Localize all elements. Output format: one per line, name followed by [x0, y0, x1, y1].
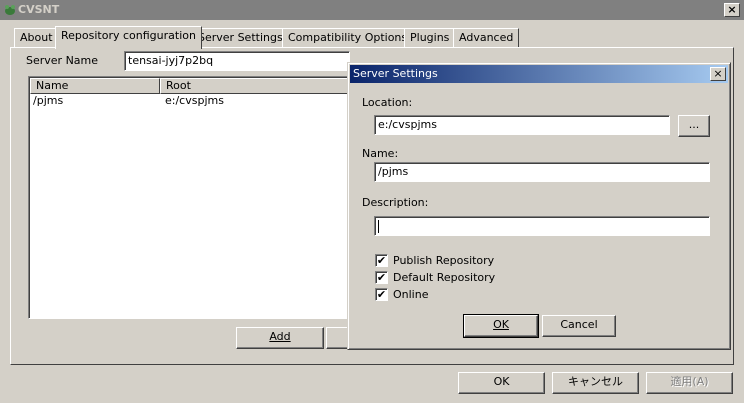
tab-about-label: About	[20, 31, 53, 44]
server-name-field[interactable]: tensai-jyj7p2bq	[124, 51, 350, 71]
add-button[interactable]: Add	[236, 327, 324, 349]
name-label: Name:	[362, 147, 399, 160]
tab-about[interactable]: About	[14, 28, 59, 48]
online-label[interactable]: Online	[393, 288, 428, 301]
publish-repository-checkbox[interactable]: ✔	[375, 254, 388, 267]
window-close-button[interactable]: ×	[724, 3, 740, 17]
cvsnt-app-icon	[5, 5, 15, 15]
dialog-cancel-button[interactable]: Cancel	[542, 315, 616, 337]
server-name-label: Server Name	[26, 54, 99, 67]
online-checkbox[interactable]: ✔	[375, 288, 388, 301]
tab-compatibility-options[interactable]: Compatibility Options	[282, 28, 414, 48]
column-header-name[interactable]: Name	[30, 78, 160, 94]
tab-advanced-label: Advanced	[459, 31, 514, 44]
dialog-title: Server Settings	[353, 67, 438, 80]
list-item-root[interactable]: e:/cvspjms	[165, 94, 224, 107]
ok-button[interactable]: OK	[458, 372, 545, 394]
tab-plugins-label: Plugins	[410, 31, 450, 44]
dialog-close-button[interactable]: ×	[710, 67, 726, 81]
location-label: Location:	[362, 96, 413, 109]
tab-repository-configuration-label: Repository configuration	[61, 29, 196, 42]
window-title: CVSNT	[18, 3, 60, 16]
close-icon: ×	[713, 67, 723, 80]
tab-plugins[interactable]: Plugins	[404, 28, 456, 48]
tab-compatibility-options-label: Compatibility Options	[288, 31, 408, 44]
dialog-ok-label: OK	[493, 318, 509, 331]
default-repository-label[interactable]: Default Repository	[393, 271, 495, 284]
text-cursor	[378, 219, 379, 233]
tab-server-settings[interactable]: Server Settings	[192, 28, 289, 48]
tab-repository-configuration[interactable]: Repository configuration	[55, 26, 202, 49]
repository-list[interactable]: Name Root /pjms e:/cvspjms	[28, 76, 358, 319]
description-label: Description:	[362, 196, 429, 209]
server-settings-dialog: Server Settings × Location: e:/cvspjms .…	[347, 62, 731, 350]
list-item-name[interactable]: /pjms	[33, 94, 63, 107]
location-field[interactable]: e:/cvspjms	[374, 115, 670, 135]
dialog-titlebar: Server Settings ×	[350, 65, 728, 83]
cancel-button[interactable]: キャンセル	[552, 372, 639, 394]
description-field[interactable]	[374, 216, 710, 236]
tab-advanced[interactable]: Advanced	[453, 28, 520, 48]
publish-repository-label[interactable]: Publish Repository	[393, 254, 494, 267]
close-icon: ×	[727, 3, 737, 16]
default-repository-checkbox[interactable]: ✔	[375, 271, 388, 284]
dialog-ok-button[interactable]: OK	[463, 314, 539, 338]
window-titlebar: CVSNT ×	[0, 0, 744, 20]
add-button-label: Add	[269, 330, 291, 343]
browse-button[interactable]: ...	[678, 115, 710, 137]
apply-button[interactable]: 適用(A)	[646, 372, 733, 394]
name-field[interactable]: /pjms	[374, 162, 710, 182]
tab-server-settings-label: Server Settings	[198, 31, 283, 44]
column-header-root[interactable]: Root	[160, 78, 357, 94]
